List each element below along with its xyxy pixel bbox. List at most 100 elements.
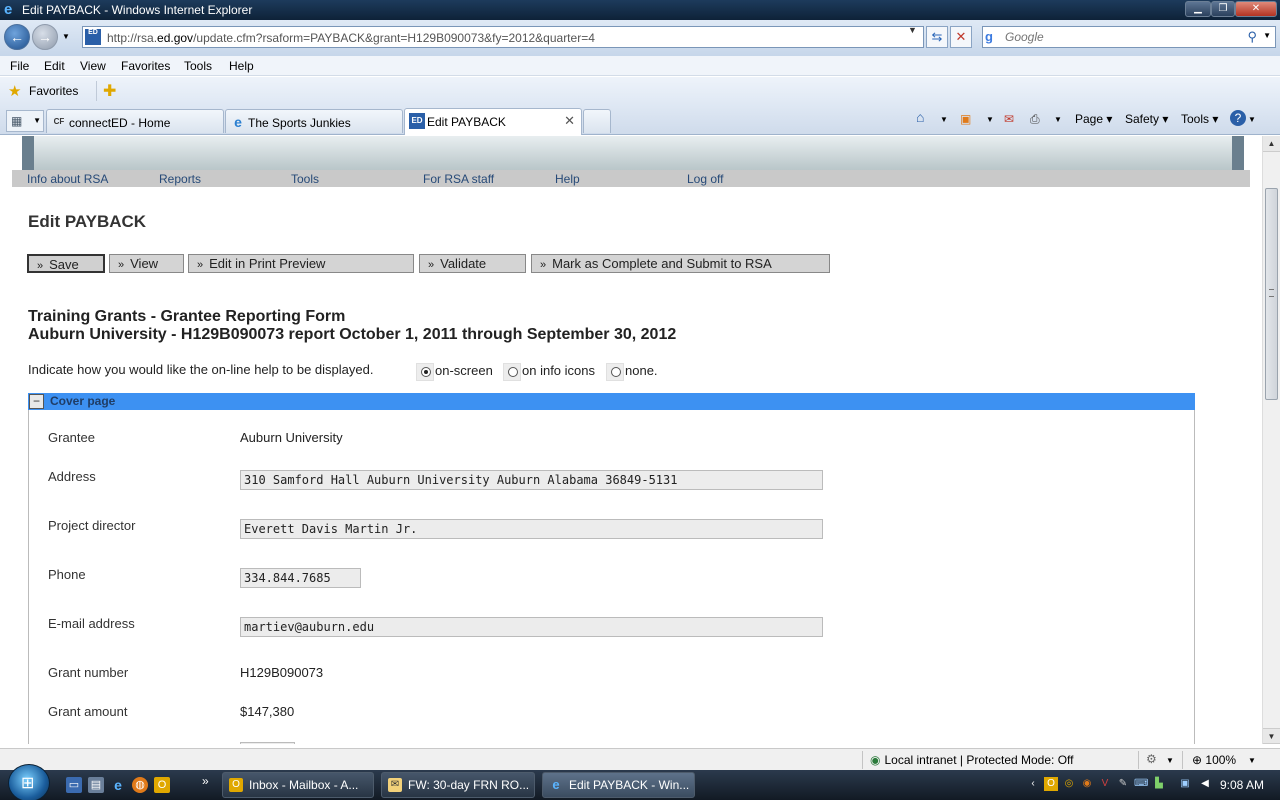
nav-reports[interactable]: Reports xyxy=(159,172,201,186)
collapse-icon[interactable]: − xyxy=(29,394,44,409)
quicklaunch-overflow-icon[interactable]: » xyxy=(202,774,209,788)
grantee-value: Auburn University xyxy=(240,430,343,445)
menu-favorites[interactable]: Favorites xyxy=(121,59,170,73)
search-box[interactable]: g ⚲ ▼ xyxy=(982,26,1276,48)
tab-sports-junkies[interactable]: e The Sports Junkies xyxy=(225,109,403,133)
tray-ring-icon[interactable]: ◎ xyxy=(1062,777,1076,791)
taskbar-clock[interactable]: 9:08 AM xyxy=(1220,778,1264,792)
email-field[interactable]: martiev@auburn.edu xyxy=(240,617,823,637)
menu-tools[interactable]: Tools xyxy=(184,59,212,73)
grant-amount-value: $147,380 xyxy=(240,704,295,719)
safety-menu[interactable]: Safety ▾ xyxy=(1125,112,1168,126)
zoom-level[interactable]: ⊕ 100% xyxy=(1192,753,1236,767)
print-icon[interactable]: ⎙ xyxy=(1030,112,1040,127)
nav-tools[interactable]: Tools xyxy=(291,172,319,186)
tab-edit-payback[interactable]: ED Edit PAYBACK ✕ xyxy=(404,108,582,135)
search-input[interactable] xyxy=(1005,29,1245,45)
help-icon[interactable]: ? xyxy=(1230,110,1246,126)
tray-flag-icon[interactable]: ▙ xyxy=(1152,777,1166,791)
help-none-radio[interactable] xyxy=(606,363,624,381)
url-text[interactable]: http://rsa.ed.gov/update.cfm?rsaform=PAY… xyxy=(107,31,595,45)
home-icon[interactable]: ⌂ xyxy=(916,109,924,125)
menu-view[interactable]: View xyxy=(80,59,106,73)
home-dropdown-icon[interactable]: ▼ xyxy=(940,115,948,124)
nav-for-rsa-staff[interactable]: For RSA staff xyxy=(423,172,494,186)
start-button[interactable] xyxy=(8,764,50,800)
vertical-scrollbar[interactable]: ▲ ▼ xyxy=(1262,136,1280,744)
taskbar-edit-payback[interactable]: e Edit PAYBACK - Win... xyxy=(542,772,695,798)
tab-list-dropdown-icon[interactable]: ▼ xyxy=(33,116,41,125)
scroll-down-arrow-icon[interactable]: ▼ xyxy=(1263,728,1280,744)
close-button[interactable]: ✕ xyxy=(1235,1,1277,17)
phone-field[interactable]: 334.844.7685 xyxy=(240,568,361,588)
tray-outlook-icon[interactable]: O xyxy=(1044,777,1058,791)
save-button[interactable]: » Save xyxy=(27,254,105,273)
security-zone[interactable]: ◉ Local intranet | Protected Mode: Off xyxy=(870,753,1073,767)
maximize-button[interactable]: ❐ xyxy=(1211,1,1235,17)
favorites-button[interactable]: Favorites xyxy=(29,84,78,98)
ie-quicklaunch-icon[interactable]: e xyxy=(110,777,126,793)
nav-help[interactable]: Help xyxy=(555,172,580,186)
search-dropdown-icon[interactable]: ▼ xyxy=(1263,31,1271,40)
submit-to-rsa-button[interactable]: » Mark as Complete and Submit to RSA xyxy=(531,254,830,273)
help-onscreen-label[interactable]: on-screen xyxy=(435,363,493,378)
search-icon[interactable]: ⚲ xyxy=(1247,29,1257,45)
add-favorite-icon[interactable]: ✚ xyxy=(96,81,116,101)
menu-edit[interactable]: Edit xyxy=(44,59,65,73)
close-tab-icon[interactable]: ✕ xyxy=(564,113,575,129)
help-info-icons-radio[interactable] xyxy=(503,363,521,381)
forward-button[interactable]: → xyxy=(32,24,58,50)
refresh-icon[interactable]: ⇆ xyxy=(926,26,948,48)
help-dropdown-icon[interactable]: ▼ xyxy=(1248,115,1256,124)
nav-info-about-rsa[interactable]: Info about RSA xyxy=(27,172,108,186)
menu-help[interactable]: Help xyxy=(229,59,254,73)
favorites-star-icon[interactable]: ★ xyxy=(8,82,21,100)
taskbar-inbox[interactable]: O Inbox - Mailbox - A... xyxy=(222,772,374,798)
feeds-icon[interactable]: ▣ xyxy=(960,112,971,126)
network-icon[interactable]: ▣ xyxy=(1178,777,1192,791)
help-info-icons-label[interactable]: on info icons xyxy=(522,363,595,378)
stop-icon[interactable]: ✕ xyxy=(950,26,972,48)
status-dropdown-icon[interactable]: ▼ xyxy=(1166,756,1174,765)
volume-icon[interactable]: ◀ xyxy=(1198,777,1212,791)
tray-tool-icon[interactable]: ✎ xyxy=(1116,777,1130,791)
address-dropdown-icon[interactable]: ▼ xyxy=(908,25,917,35)
view-button[interactable]: » View xyxy=(109,254,184,273)
minimize-button[interactable]: ▁ xyxy=(1185,1,1211,17)
zoom-dropdown-icon[interactable]: ▼ xyxy=(1248,756,1256,765)
page-menu[interactable]: Page ▾ xyxy=(1075,112,1112,126)
history-dropdown-icon[interactable]: ▼ xyxy=(62,32,70,41)
switch-windows-icon[interactable]: ▤ xyxy=(88,777,104,793)
scrollbar-thumb[interactable] xyxy=(1265,188,1278,400)
tools-menu[interactable]: Tools ▾ xyxy=(1181,112,1218,126)
tray-expand-icon[interactable]: ‹ xyxy=(1026,777,1040,791)
scroll-up-arrow-icon[interactable]: ▲ xyxy=(1263,136,1280,152)
project-director-field[interactable]: Everett Davis Martin Jr. xyxy=(240,519,823,539)
validate-button[interactable]: » Validate xyxy=(419,254,526,273)
back-button[interactable]: ← xyxy=(4,24,30,50)
print-dropdown-icon[interactable]: ▼ xyxy=(1054,115,1062,124)
next-field-partial[interactable] xyxy=(240,742,295,744)
menu-file[interactable]: File xyxy=(10,59,29,73)
address-field[interactable]: 310 Samford Hall Auburn University Aubur… xyxy=(240,470,823,490)
help-onscreen-radio[interactable] xyxy=(416,363,434,381)
quick-tabs-icon: ▦ xyxy=(11,114,23,128)
tray-device-icon[interactable]: ⌨ xyxy=(1134,777,1148,791)
quick-tabs-button[interactable]: ▦ ▼ xyxy=(6,110,44,132)
tab-connected-home[interactable]: CF connectED - Home xyxy=(46,109,224,133)
nav-log-off[interactable]: Log off xyxy=(687,172,723,186)
feeds-dropdown-icon[interactable]: ▼ xyxy=(986,115,994,124)
outlook-quicklaunch-icon[interactable]: O xyxy=(154,777,170,793)
tray-antivirus-icon[interactable]: V xyxy=(1098,777,1112,791)
edit-in-print-preview-button[interactable]: » Edit in Print Preview xyxy=(188,254,414,273)
firefox-icon[interactable]: ◍ xyxy=(132,777,148,793)
new-tab-button[interactable] xyxy=(583,109,611,133)
taskbar-fw-frn[interactable]: ✉ FW: 30-day FRN RO... xyxy=(381,772,535,798)
read-mail-icon[interactable]: ✉ xyxy=(1004,112,1014,126)
address-bar[interactable]: ED http://rsa.ed.gov/update.cfm?rsaform=… xyxy=(82,26,924,48)
show-desktop-icon[interactable]: ▭ xyxy=(66,777,82,793)
cover-page-header[interactable]: − Cover page xyxy=(28,393,1195,410)
protected-mode-icon[interactable]: ⚙ xyxy=(1146,752,1157,766)
tray-chat-icon[interactable]: ◉ xyxy=(1080,777,1094,791)
help-none-label[interactable]: none. xyxy=(625,363,658,378)
